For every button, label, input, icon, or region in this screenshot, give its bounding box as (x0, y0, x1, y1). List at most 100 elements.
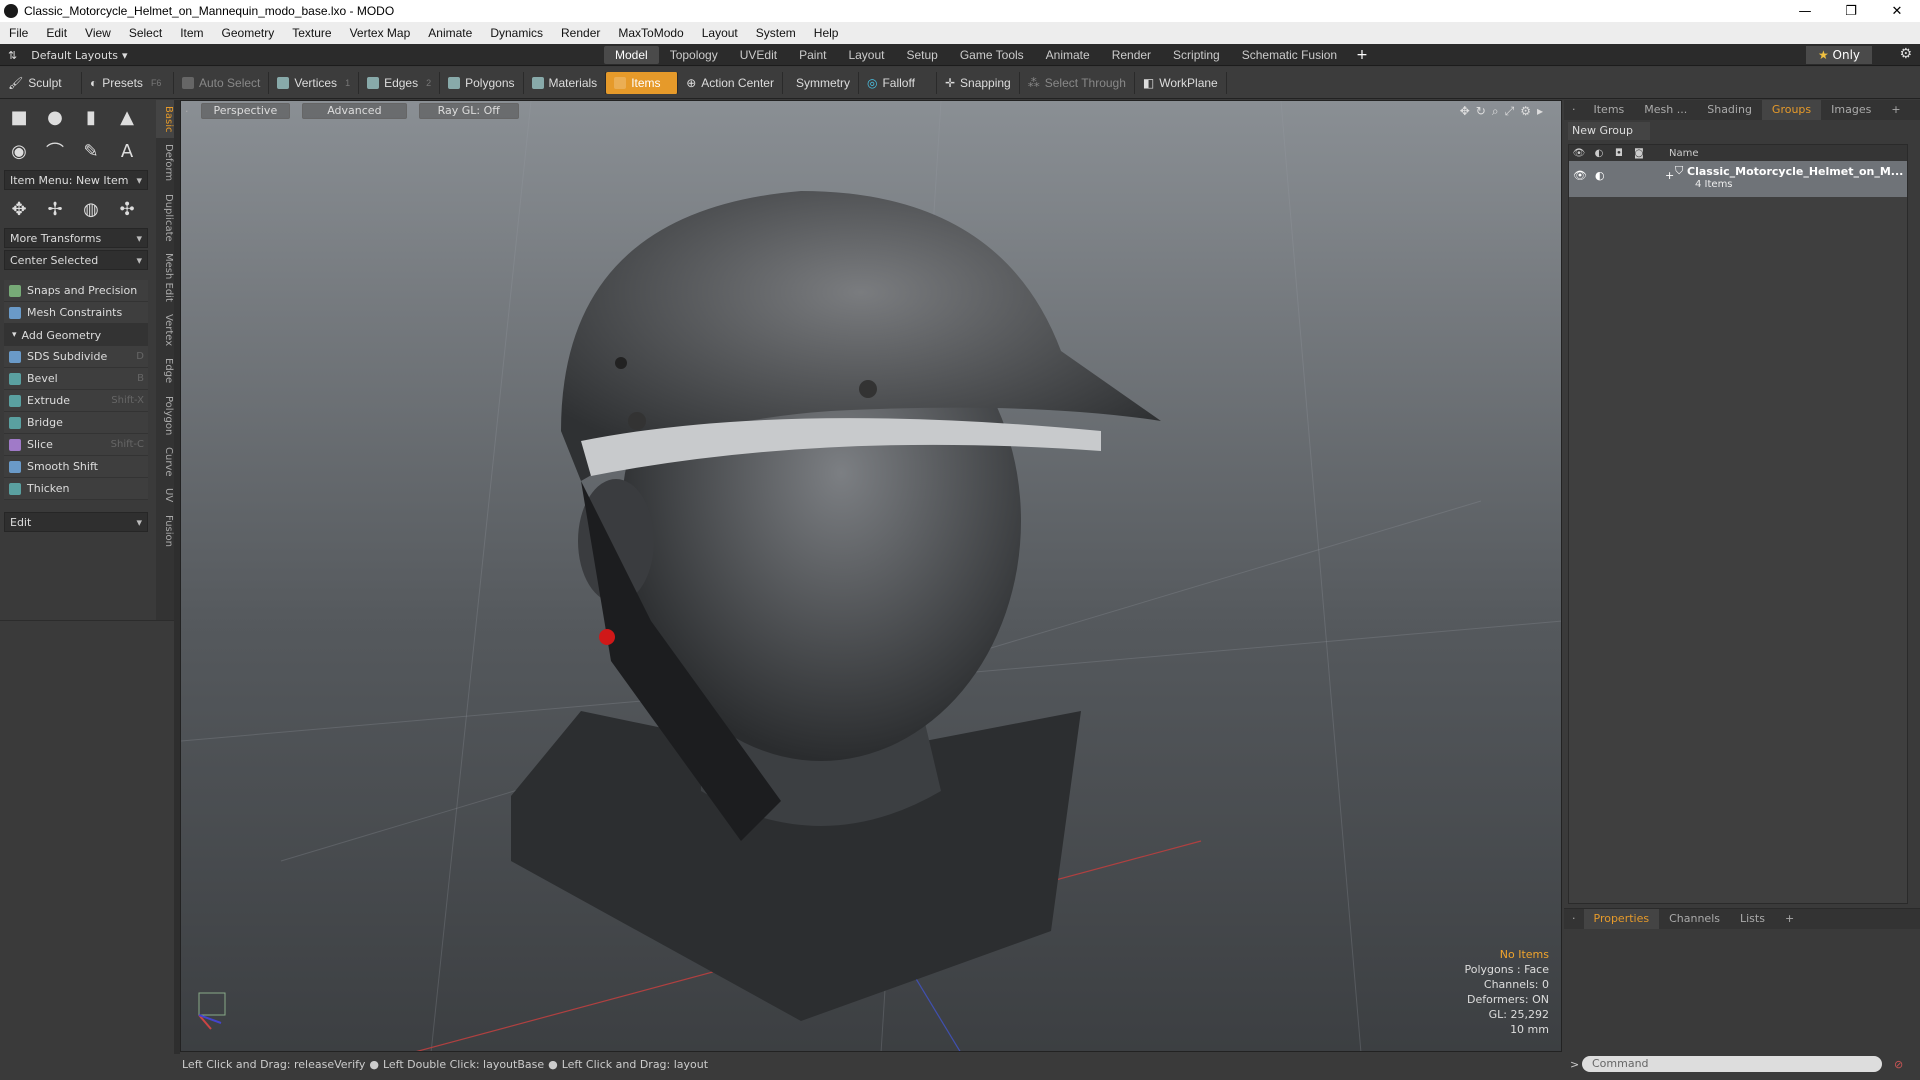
vtab-edge[interactable]: Edge (156, 352, 174, 389)
tab-paint[interactable]: Paint (788, 46, 837, 64)
tab-mesh[interactable]: Mesh ... (1634, 100, 1697, 120)
items-button[interactable]: Items (606, 71, 679, 94)
vtab-polygon[interactable]: Polygon (156, 390, 174, 441)
tab-schematic-fusion[interactable]: Schematic Fusion (1231, 46, 1348, 64)
symmetry-button[interactable]: Symmetry (783, 71, 859, 94)
presets-button[interactable]: ◐ Presets F6 (82, 71, 174, 94)
menu-dynamics[interactable]: Dynamics (481, 26, 552, 40)
3d-viewport[interactable]: · Perspective Advanced Ray GL: Off ✥ ↻ ⌕… (180, 100, 1562, 1052)
auto-select-button[interactable]: Auto Select (174, 71, 270, 94)
advanced-button[interactable]: Advanced (302, 103, 407, 119)
snaps-precision-button[interactable]: Snaps and Precision (4, 280, 148, 302)
falloff-button[interactable]: ◎ Falloff (859, 71, 937, 94)
sculpt-button[interactable]: 🖌 Sculpt (0, 71, 82, 94)
add-tab-icon[interactable]: + (1881, 100, 1910, 120)
zoom-icon[interactable]: ⌕ (1492, 104, 1499, 119)
tab-lists[interactable]: Lists (1730, 909, 1775, 929)
item-menu-dropdown[interactable]: Item Menu: New Item (4, 170, 148, 190)
expand-icon[interactable]: ▸ (1537, 104, 1543, 119)
vtab-basic[interactable]: Basic (156, 100, 174, 139)
only-toggle[interactable]: ★ Only (1806, 46, 1872, 64)
command-stop-icon[interactable]: ⊘ (1894, 1058, 1903, 1071)
expand-group-icon[interactable]: + (1665, 169, 1674, 182)
group-row[interactable]: 👁 ◐ + ⛉ Classic_Motorcycle_Helmet_on_M..… (1569, 161, 1907, 197)
command-input[interactable]: Command (1582, 1056, 1882, 1072)
rotate-icon[interactable]: ◍ (78, 196, 104, 222)
smooth-shift-button[interactable]: Smooth Shift (4, 456, 148, 478)
select-through-button[interactable]: ⁂ Select Through (1020, 71, 1135, 94)
rotate-axis-icon[interactable]: ✢ (42, 196, 68, 222)
menu-file[interactable]: File (0, 26, 37, 40)
vtab-fusion[interactable]: Fusion (156, 509, 174, 553)
vtab-curve[interactable]: Curve (156, 441, 174, 483)
edit-dropdown[interactable]: Edit (4, 512, 148, 532)
menu-animate[interactable]: Animate (419, 26, 481, 40)
text-icon[interactable]: A (114, 138, 140, 164)
close-icon[interactable]: ✕ (1874, 0, 1920, 22)
tab-animate[interactable]: Animate (1035, 46, 1101, 64)
tab-channels[interactable]: Channels (1659, 909, 1730, 929)
edges-button[interactable]: Edges 2 (359, 71, 441, 94)
scale-icon[interactable]: ✣ (114, 196, 140, 222)
orbit-icon[interactable]: ↻ (1476, 104, 1486, 119)
cube-icon[interactable]: ■ (6, 104, 32, 130)
menu-texture[interactable]: Texture (283, 26, 340, 40)
polygons-button[interactable]: Polygons (440, 71, 524, 94)
tab-game-tools[interactable]: Game Tools (949, 46, 1035, 64)
vtab-mesh-edit[interactable]: Mesh Edit (156, 247, 174, 308)
cone-icon[interactable]: ▲ (114, 104, 140, 130)
more-transforms-dropdown[interactable]: More Transforms (4, 228, 148, 248)
add-tab-icon[interactable]: + (1348, 46, 1376, 64)
menu-render[interactable]: Render (552, 26, 609, 40)
new-group-button[interactable]: New Group (1568, 122, 1650, 140)
materials-button[interactable]: Materials (524, 71, 607, 94)
snapping-button[interactable]: ✛ Snapping (937, 71, 1020, 94)
menu-layout[interactable]: Layout (693, 26, 747, 40)
tab-images[interactable]: Images (1821, 100, 1881, 120)
menu-geometry[interactable]: Geometry (213, 26, 284, 40)
menu-system[interactable]: System (747, 26, 805, 40)
vtab-duplicate[interactable]: Duplicate (156, 188, 174, 248)
menu-view[interactable]: View (76, 26, 120, 40)
menu-vertex-map[interactable]: Vertex Map (341, 26, 420, 40)
tab-properties[interactable]: Properties (1583, 909, 1660, 929)
cylinder-icon[interactable]: ▮ (78, 104, 104, 130)
workplane-button[interactable]: ◧ WorkPlane (1135, 71, 1227, 94)
menu-select[interactable]: Select (120, 26, 171, 40)
tab-topology[interactable]: Topology (659, 46, 729, 64)
tab-render[interactable]: Render (1101, 46, 1162, 64)
action-center-button[interactable]: ⊕ Action Center (678, 71, 783, 94)
restore-icon[interactable]: ❐ (1828, 0, 1874, 22)
raygl-button[interactable]: Ray GL: Off (418, 103, 519, 119)
vtab-vertex[interactable]: Vertex (156, 308, 174, 352)
tab-groups[interactable]: Groups (1761, 100, 1822, 120)
pen-icon[interactable]: ✎ (78, 138, 104, 164)
slice-button[interactable]: Slice Shift-C (4, 434, 148, 456)
move-icon[interactable]: ✥ (6, 196, 32, 222)
menu-maxtomodo[interactable]: MaxToModo (609, 26, 692, 40)
bridge-button[interactable]: Bridge (4, 412, 148, 434)
tab-model[interactable]: Model (604, 46, 659, 64)
menu-edit[interactable]: Edit (37, 26, 76, 40)
tab-scripting[interactable]: Scripting (1162, 46, 1231, 64)
mesh-constraints-button[interactable]: Mesh Constraints (4, 302, 148, 324)
torus-icon[interactable]: ◉ (6, 138, 32, 164)
tab-shading[interactable]: Shading (1697, 100, 1762, 120)
capsule-icon[interactable]: ⌒ (42, 138, 68, 164)
pan-icon[interactable]: ✥ (1460, 104, 1470, 119)
minimize-icon[interactable]: — (1782, 0, 1828, 22)
gear-icon[interactable]: ⚙ (1899, 46, 1912, 62)
tab-layout[interactable]: Layout (837, 46, 895, 64)
vtab-deform[interactable]: Deform (156, 138, 174, 187)
perspective-button[interactable]: Perspective (200, 103, 291, 119)
layout-selector[interactable]: ⇅ Default Layouts ▾ (8, 47, 128, 63)
extrude-button[interactable]: Extrude Shift-X (4, 390, 148, 412)
fit-icon[interactable]: ⤢ (1505, 104, 1515, 119)
add-tab-icon[interactable]: + (1775, 909, 1804, 929)
center-selected-dropdown[interactable]: Center Selected (4, 250, 148, 270)
render-toggle-icon[interactable]: ◐ (1595, 169, 1605, 182)
tab-setup[interactable]: Setup (895, 46, 948, 64)
viewport-gear-icon[interactable]: ⚙ (1520, 104, 1531, 119)
add-geometry-section[interactable]: ▾ Add Geometry (4, 324, 148, 346)
tab-items[interactable]: Items (1584, 100, 1635, 120)
